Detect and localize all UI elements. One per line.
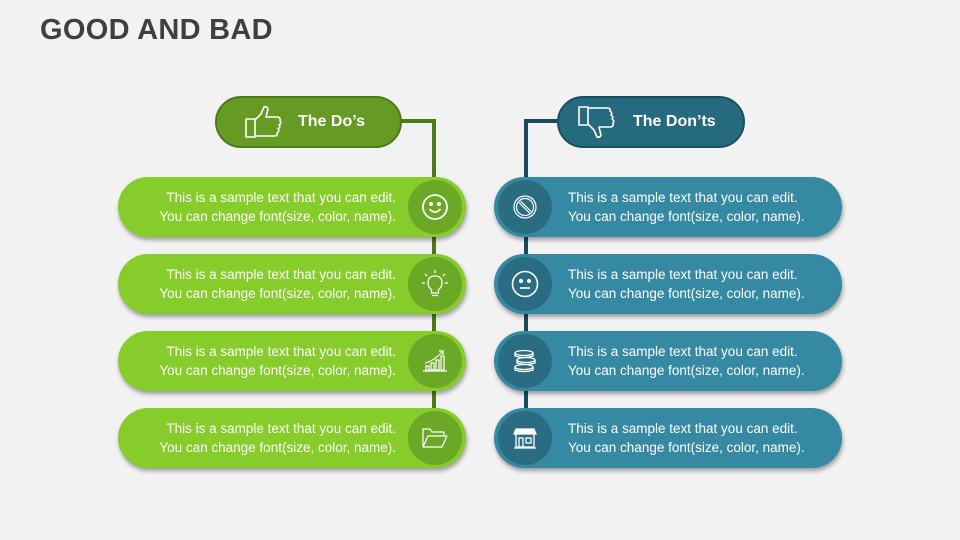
smiley-face-icon [408, 180, 462, 234]
dont-item-4-line2: You can change font(size, color, name). [568, 440, 805, 455]
do-item-2-line2: You can change font(size, color, name). [159, 286, 396, 301]
dont-item-2: This is a sample text that you can edit.… [494, 254, 842, 314]
do-item-4-line1: This is a sample text that you can edit. [166, 421, 396, 436]
do-item-3-line1: This is a sample text that you can edit. [166, 344, 396, 359]
prohibited-icon [498, 180, 552, 234]
do-item-1-line1: This is a sample text that you can edit. [166, 190, 396, 205]
dont-item-4-line1: This is a sample text that you can edit. [568, 421, 798, 436]
dont-item-4: This is a sample text that you can edit.… [494, 408, 842, 468]
do-item-2: This is a sample text that you can edit.… [118, 254, 466, 314]
do-item-3-line2: You can change font(size, color, name). [159, 363, 396, 378]
coin-stack-icon [498, 334, 552, 388]
do-item-4-line2: You can change font(size, color, name). [159, 440, 396, 455]
dont-item-1-line1: This is a sample text that you can edit. [568, 190, 798, 205]
storefront-icon [498, 411, 552, 465]
do-item-1-line2: You can change font(size, color, name). [159, 209, 396, 224]
dont-item-1-line2: You can change font(size, color, name). [568, 209, 805, 224]
do-item-1: This is a sample text that you can edit.… [118, 177, 466, 237]
donts-header: The Don’ts [557, 96, 745, 148]
growth-chart-icon [408, 334, 462, 388]
dont-item-3-line2: You can change font(size, color, name). [568, 363, 805, 378]
thumbs-up-icon [244, 102, 284, 142]
open-folder-icon [408, 411, 462, 465]
neutral-face-icon [498, 257, 552, 311]
do-item-2-line1: This is a sample text that you can edit. [166, 267, 396, 282]
do-item-4: This is a sample text that you can edit.… [118, 408, 466, 468]
do-item-3: This is a sample text that you can edit.… [118, 331, 466, 391]
donts-header-label: The Don’ts [633, 113, 716, 130]
thumbs-down-icon [577, 102, 617, 142]
dont-item-2-line2: You can change font(size, color, name). [568, 286, 805, 301]
dos-header: The Do’s [215, 96, 402, 148]
dont-item-3: This is a sample text that you can edit.… [494, 331, 842, 391]
dont-item-2-line1: This is a sample text that you can edit. [568, 267, 798, 282]
dos-header-label: The Do’s [298, 113, 365, 130]
dont-item-1: This is a sample text that you can edit.… [494, 177, 842, 237]
lightbulb-icon [408, 257, 462, 311]
dont-item-3-line1: This is a sample text that you can edit. [568, 344, 798, 359]
